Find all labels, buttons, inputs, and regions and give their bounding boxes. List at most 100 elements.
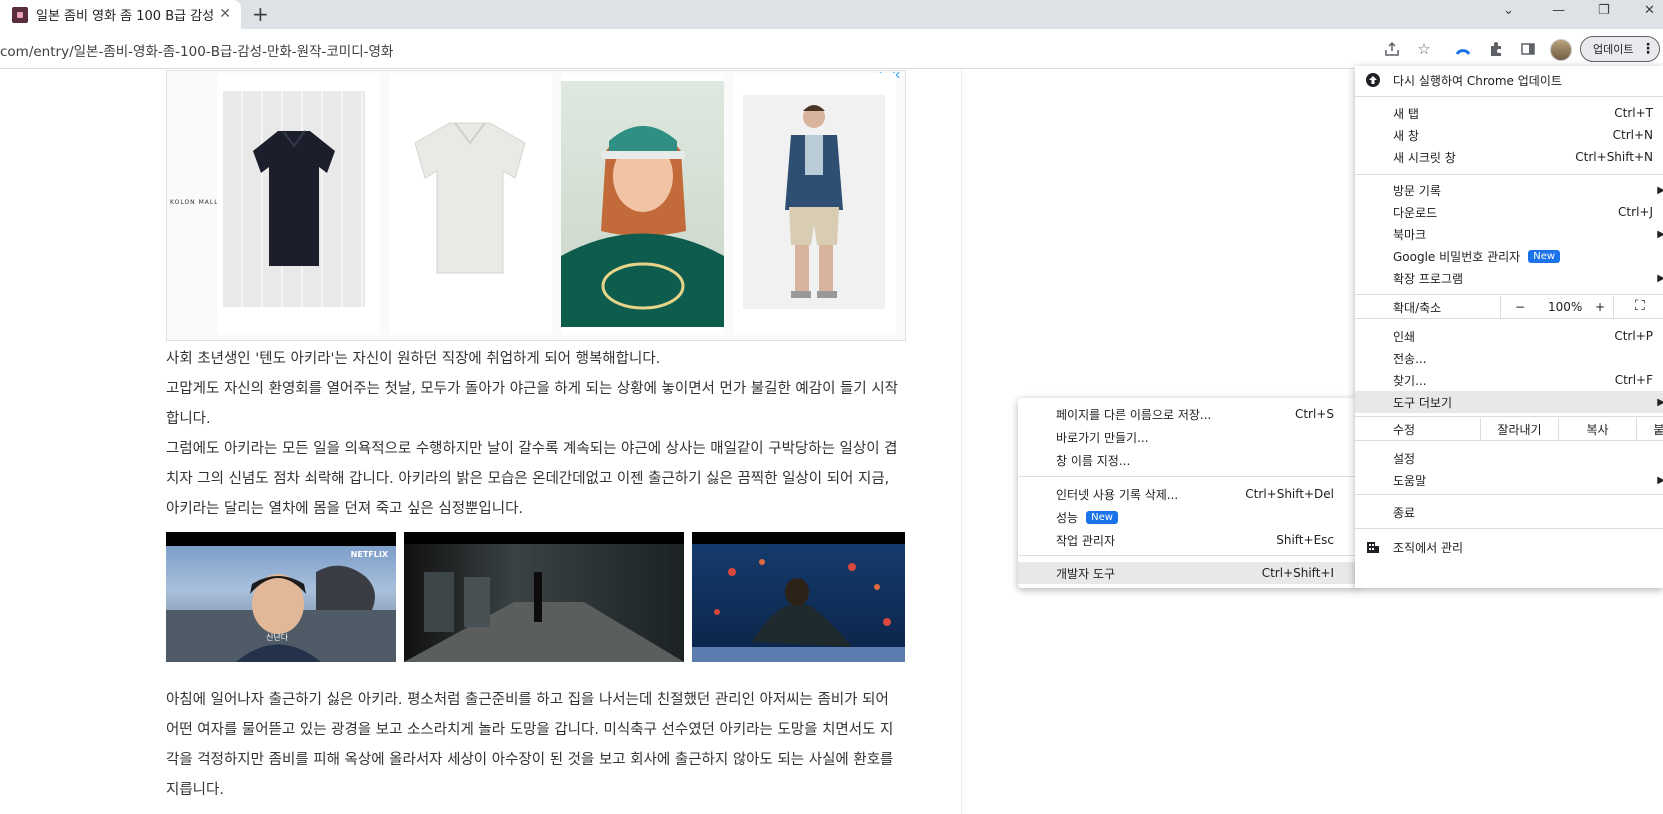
product-image [395, 103, 545, 293]
performance-item[interactable]: 성능 New [1018, 506, 1358, 528]
ad-product-card[interactable] [561, 73, 724, 335]
menu-separator [1355, 96, 1663, 97]
side-panel-icon[interactable] [1518, 39, 1538, 59]
history-item[interactable]: 방문 기록 ▶ [1355, 179, 1663, 201]
chrome-main-menu: 다시 실행하여 Chrome 업데이트 새 탭 Ctrl+T 새 창 Ctrl+N … [1355, 66, 1663, 588]
zoom-out-button[interactable]: − [1515, 300, 1525, 314]
developer-tools-item[interactable]: 개발자 도구 Ctrl+Shift+I [1018, 562, 1358, 584]
movie-still-image [404, 532, 684, 662]
menu-item-label: 확대/축소 [1393, 300, 1442, 315]
browser-tab[interactable]: 일본 좀비 영화 좀 100 B급 감성 ✕ [0, 0, 241, 29]
new-tab-icon[interactable]: + [252, 2, 269, 26]
menu-separator [1018, 476, 1358, 477]
help-item[interactable]: 도움말 ▶ [1355, 469, 1663, 491]
copy-button[interactable]: 복사 [1559, 418, 1636, 440]
menu-item-label: 다운로드 [1393, 205, 1438, 220]
password-manager-item[interactable]: Google 비밀번호 관리자 New [1355, 245, 1663, 267]
menu-shortcut: Ctrl+J [1618, 205, 1653, 219]
new-window-item[interactable]: 새 창 Ctrl+N [1355, 124, 1663, 146]
managed-by-organization-item[interactable]: 조직에서 관리 [1355, 536, 1663, 558]
kebab-menu-icon[interactable]: ⋮ [1641, 41, 1655, 57]
cut-button[interactable]: 잘라내기 [1481, 418, 1558, 440]
menu-item-label: 인쇄 [1393, 329, 1416, 344]
new-tab-item[interactable]: 새 탭 Ctrl+T [1355, 102, 1663, 124]
clear-browsing-data-item[interactable]: 인터넷 사용 기록 삭제... Ctrl+Shift+Del [1018, 483, 1358, 505]
extension-arc-icon[interactable] [1453, 39, 1473, 59]
menu-separator [1355, 440, 1663, 441]
save-page-as-item[interactable]: 페이지를 다른 이름으로 저장... Ctrl+S [1018, 403, 1358, 425]
bookmarks-item[interactable]: 북마크 ▶ [1355, 223, 1663, 245]
menu-item-label: 페이지를 다른 이름으로 저장... [1056, 407, 1212, 422]
address-bar[interactable]: com/entry/일본-좀비-영화-좀-100-B급-감성-만화-원작-코미디… [0, 40, 393, 60]
menu-item-label: 종료 [1393, 505, 1416, 520]
browser-toolbar: com/entry/일본-좀비-영화-좀-100-B급-감성-만화-원작-코미디… [0, 29, 1663, 69]
name-window-item[interactable]: 창 이름 지정... [1018, 449, 1358, 471]
cast-item[interactable]: 전송... [1355, 347, 1663, 369]
movie-still-image: NETFLIX 신난다 [166, 532, 396, 662]
menu-item-label: 확장 프로그램 [1393, 271, 1464, 286]
product-image [561, 81, 724, 327]
zoom-divider [1500, 296, 1501, 318]
article-paragraph-line: 치자 그의 신념도 점차 쇠락해 갑니다. 아키라의 밝은 모습은 온데간데없고… [166, 471, 890, 487]
create-shortcut-item[interactable]: 바로가기 만들기... [1018, 426, 1358, 448]
chevron-right-icon: ▶ [1657, 474, 1663, 486]
ad-product-card[interactable] [733, 73, 896, 335]
menu-item-label: 바로가기 만들기... [1056, 430, 1149, 445]
movie-subtitle: 신난다 [266, 633, 289, 642]
article-paragraph-line: 어떤 여자를 물어뜯고 있는 광경을 보고 소스라치게 놀라 도망을 갑니다. … [166, 722, 894, 738]
menu-item-label: 다시 실행하여 Chrome 업데이트 [1393, 73, 1562, 88]
ad-product-card[interactable] [389, 73, 552, 335]
ad-product-card[interactable] [217, 73, 380, 335]
menu-item-label: 찾기... [1393, 373, 1427, 388]
menu-shortcut: Ctrl+T [1614, 106, 1653, 120]
share-icon[interactable] [1382, 39, 1402, 59]
more-tools-item[interactable]: 도구 더보기 ▶ [1355, 391, 1663, 413]
update-button-label: 업데이트 [1593, 43, 1634, 56]
update-button[interactable]: 업데이트 ⋮ [1580, 36, 1660, 62]
menu-item-label: Google 비밀번호 관리자 [1393, 249, 1521, 264]
article-paragraph-line: 고맙게도 자신의 환영회를 열어주는 첫날, 모두가 돌아가 야근을 하게 되는… [166, 381, 899, 397]
more-tools-submenu: 페이지를 다른 이름으로 저장... Ctrl+S 바로가기 만들기... 창 이… [1018, 398, 1358, 588]
fullscreen-icon[interactable]: ⛶ [1635, 298, 1645, 314]
bookmark-star-icon[interactable]: ☆ [1414, 39, 1434, 59]
zoom-in-button[interactable]: + [1595, 300, 1605, 314]
menu-separator [1355, 494, 1663, 495]
product-image [743, 95, 885, 309]
paste-button[interactable]: 붙여넣기 [1637, 418, 1663, 440]
relaunch-update-item[interactable]: 다시 실행하여 Chrome 업데이트 [1355, 69, 1663, 91]
article-paragraph-line: 각을 걱정하지만 좀비를 피해 옥상에 올라서자 세상이 아수장이 된 것을 보… [166, 752, 894, 768]
article-paragraph-line: 합니다. [166, 411, 211, 427]
article-paragraph-line: 아침에 일어나자 출근하기 싫은 아키라. 평소처럼 출근준비를 하고 집을 나… [166, 692, 889, 708]
zoom-divider [1613, 296, 1614, 318]
edit-label: 수정 [1393, 422, 1416, 437]
new-incognito-item[interactable]: 새 시크릿 창 Ctrl+Shift+N [1355, 146, 1663, 168]
menu-separator [1355, 294, 1663, 295]
menu-item-label: 설정 [1393, 451, 1416, 466]
menu-separator [1355, 174, 1663, 175]
downloads-item[interactable]: 다운로드 Ctrl+J [1355, 201, 1663, 223]
ad-brand-label: KOLON MALL [170, 199, 219, 206]
article-paragraph-line: 그럼에도 아키라는 모든 일을 의욕적으로 수행하지만 날이 갈수록 계속되는 … [166, 441, 898, 457]
restore-icon[interactable]: ❐ [1598, 3, 1610, 18]
content-column-divider [961, 70, 962, 814]
zoom-row: 확대/축소 [1355, 296, 1663, 318]
extensions-puzzle-icon[interactable] [1486, 39, 1506, 59]
menu-shortcut: Ctrl+Shift+I [1261, 566, 1334, 580]
profile-avatar[interactable] [1550, 39, 1572, 61]
settings-item[interactable]: 설정 [1355, 447, 1663, 469]
print-item[interactable]: 인쇄 Ctrl+P [1355, 325, 1663, 347]
close-tab-icon[interactable]: ✕ [219, 6, 231, 22]
close-window-icon[interactable]: ✕ [1644, 3, 1655, 18]
update-arrow-icon [1365, 72, 1381, 88]
tab-search-chevron-icon[interactable]: ⌄ [1503, 3, 1514, 18]
building-icon [1365, 539, 1381, 555]
menu-item-label: 새 창 [1393, 128, 1419, 143]
advertisement-banner[interactable]: ▷ ✕ KOLON MALL [166, 69, 906, 341]
menu-shortcut: Ctrl+N [1612, 128, 1653, 142]
find-item[interactable]: 찾기... Ctrl+F [1355, 369, 1663, 391]
extensions-item[interactable]: 확장 프로그램 ▶ [1355, 267, 1663, 289]
exit-item[interactable]: 종료 [1355, 501, 1663, 523]
task-manager-item[interactable]: 작업 관리자 Shift+Esc [1018, 529, 1358, 551]
minimize-icon[interactable]: — [1552, 3, 1565, 18]
tab-title: 일본 좀비 영화 좀 100 B급 감성 [36, 9, 215, 24]
